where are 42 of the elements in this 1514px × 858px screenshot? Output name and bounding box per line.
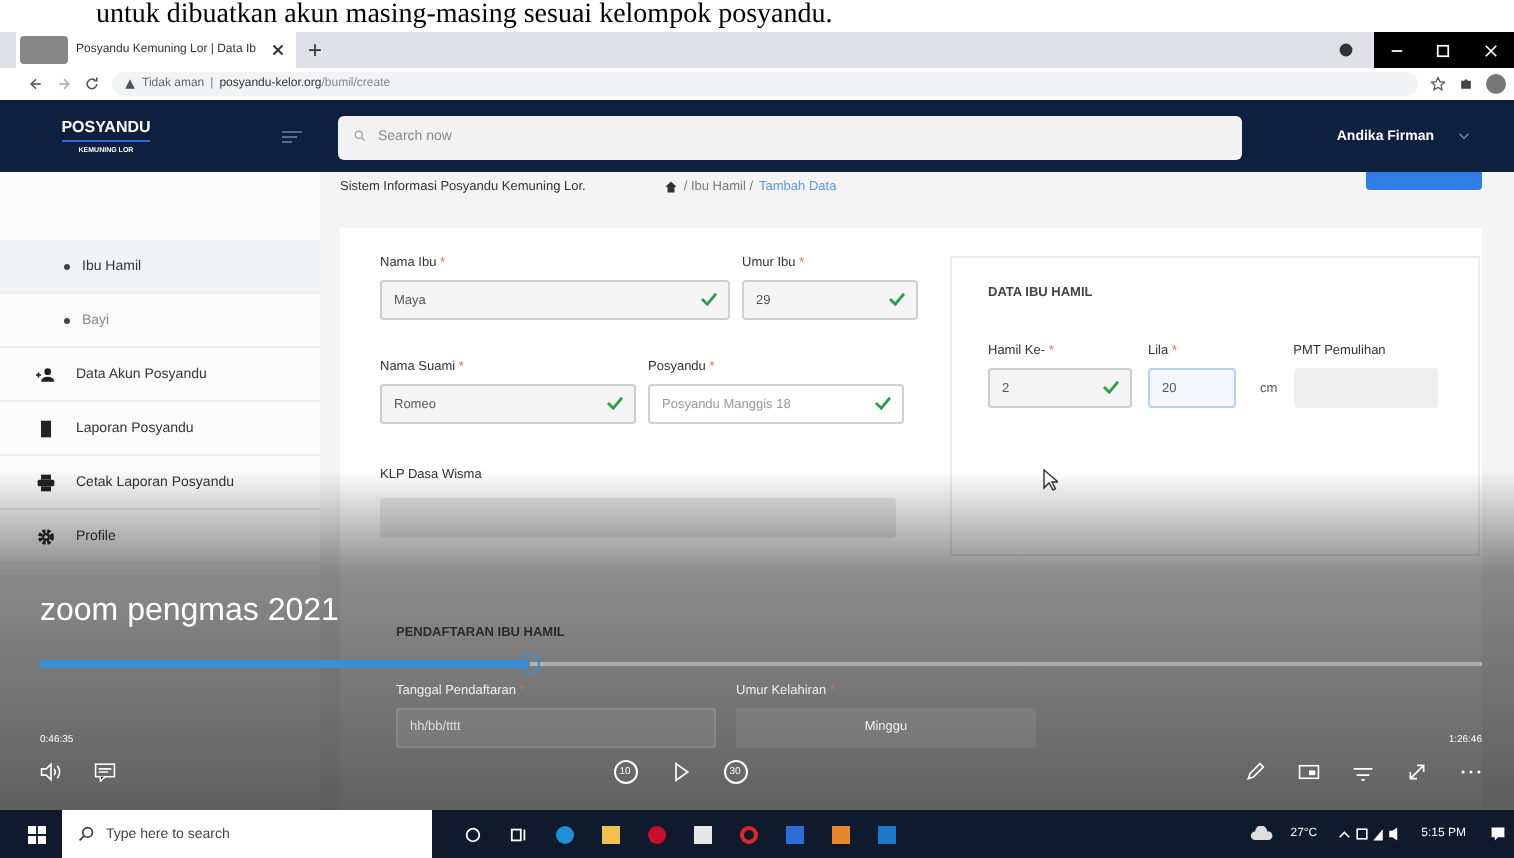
record-icon[interactable] xyxy=(1338,42,1354,58)
pencil-icon[interactable] xyxy=(1244,762,1266,782)
close-icon[interactable] xyxy=(272,44,284,56)
play-icon[interactable] xyxy=(669,762,691,782)
check-icon xyxy=(874,396,892,410)
menu-icon[interactable] xyxy=(282,129,302,143)
app-icon[interactable] xyxy=(832,825,850,843)
caret-icon[interactable] xyxy=(1458,132,1470,140)
caption-text: untuk dibuatkan akun masing-masing sesuai kelompok posyandu. xyxy=(96,0,833,32)
windows-icon[interactable] xyxy=(28,825,46,843)
app-icon[interactable] xyxy=(648,825,666,843)
check-icon xyxy=(606,396,624,410)
check-icon xyxy=(888,292,906,306)
notification-icon[interactable] xyxy=(1490,826,1506,842)
users-icon xyxy=(36,365,56,383)
app-icon[interactable] xyxy=(878,825,896,843)
search-icon xyxy=(354,130,366,142)
bullet-icon xyxy=(64,317,70,323)
cursor-icon xyxy=(1042,468,1058,492)
avatar[interactable] xyxy=(1486,74,1506,94)
bullet-icon xyxy=(64,263,70,269)
fullscreen-icon[interactable] xyxy=(1406,762,1428,782)
cloud-icon xyxy=(1250,826,1275,842)
gear-icon xyxy=(36,527,56,545)
search-icon xyxy=(78,826,94,842)
task-view-icon[interactable] xyxy=(510,825,528,843)
input-field[interactable] xyxy=(380,498,896,538)
star-icon[interactable] xyxy=(1430,76,1446,92)
maximize-icon[interactable] xyxy=(1436,43,1451,57)
back-icon[interactable] xyxy=(28,76,44,92)
circle-icon[interactable] xyxy=(464,825,482,843)
home-icon[interactable] xyxy=(663,179,678,193)
subtitles-icon[interactable] xyxy=(94,762,116,782)
book-icon xyxy=(36,419,56,437)
check-icon xyxy=(700,292,718,306)
video-title: zoom pengmas 2021 xyxy=(40,594,339,630)
printer-icon xyxy=(36,473,56,491)
check-icon xyxy=(1102,380,1120,394)
new-tab-button[interactable]: + xyxy=(308,36,323,64)
reload-icon[interactable] xyxy=(84,76,100,92)
miniplayer-icon[interactable] xyxy=(1298,762,1320,782)
volume-icon[interactable] xyxy=(40,762,62,782)
